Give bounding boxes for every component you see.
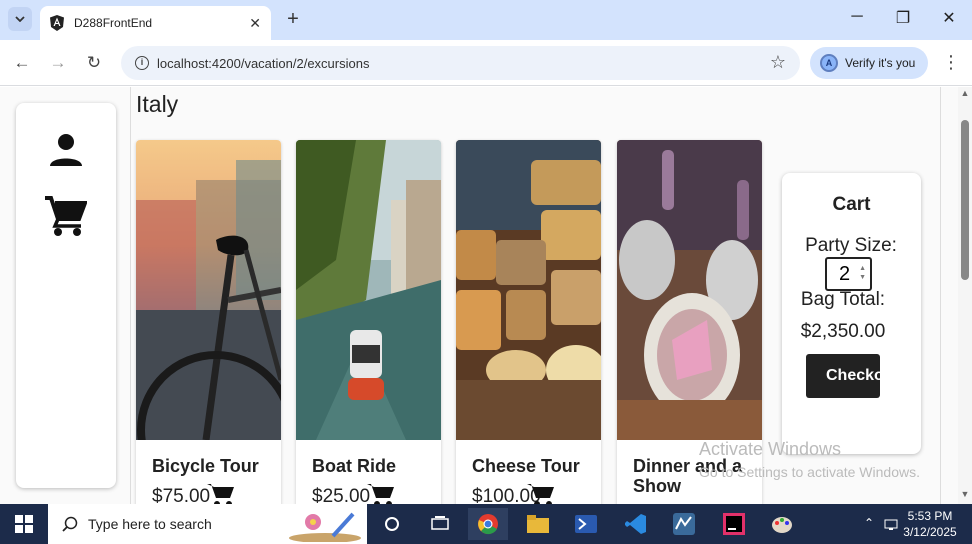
bookmark-star-icon[interactable]: ☆ [770, 52, 786, 73]
clock-date[interactable]: 3/12/2025 [902, 524, 958, 540]
browser-menu-icon[interactable]: ⋮ [942, 52, 960, 73]
intellij-icon[interactable] [714, 508, 754, 540]
browser-toolbar: ← → ↻ i localhost:4200/vacation/2/excurs… [0, 40, 972, 86]
scrollbar-thumb[interactable] [961, 120, 969, 280]
boat-ride-image [296, 140, 441, 440]
taskbar-search-box[interactable]: Type here to search [48, 504, 367, 544]
scroll-up-icon[interactable]: ▲ [958, 88, 972, 98]
tab-title: D288FrontEnd [74, 16, 153, 30]
browser-tab[interactable]: D288FrontEnd ✕ [40, 6, 271, 40]
verify-label: Verify it's you [845, 56, 916, 70]
angular-logo-icon [50, 15, 64, 31]
search-icon [62, 516, 78, 532]
bag-total-value: $2,350.00 [800, 321, 886, 342]
stepper-arrows-icon[interactable]: ▲ ▼ [859, 264, 866, 282]
clock-time[interactable]: 5:53 PM [902, 508, 958, 524]
party-size-value[interactable]: 2 [839, 263, 850, 286]
chevron-down-icon [15, 16, 25, 22]
tray-chevron-icon[interactable]: ⌃ [864, 516, 874, 530]
excursion-name: Boat Ride [312, 456, 397, 476]
bag-total-label: Bag Total: [800, 289, 886, 310]
tab-search-button[interactable] [8, 7, 32, 31]
site-info-icon[interactable]: i [135, 56, 149, 70]
excursion-name: Bicycle Tour [152, 456, 259, 476]
browser-titlebar: D288FrontEnd ✕ + ─ ❐ ✕ [0, 0, 972, 40]
bicycle-tour-image [136, 140, 281, 440]
excursion-card[interactable]: Boat Ride $25.00 [296, 140, 441, 504]
content-right-border [940, 87, 941, 504]
shopping-cart-icon[interactable] [43, 195, 87, 237]
search-placeholder: Type here to search [88, 516, 212, 532]
activate-windows-subtext: Go to Settings to activate Windows. [699, 464, 920, 480]
party-size-label: Party Size: [805, 235, 897, 256]
page-title: Italy [136, 91, 179, 117]
scroll-down-icon[interactable]: ▼ [958, 489, 972, 499]
windows-taskbar: Type here to search ⌃ 5:53 PM 3/12/2025 [0, 504, 972, 544]
cheese-tour-image [456, 140, 601, 440]
add-to-cart-icon[interactable] [366, 482, 396, 504]
excursion-card[interactable]: Cheese Tour $100.00 [456, 140, 601, 504]
cart-heading: Cart [832, 194, 871, 215]
close-tab-icon[interactable]: ✕ [249, 15, 261, 32]
file-explorer-icon[interactable] [518, 508, 558, 540]
content-divider [130, 87, 131, 504]
close-window-button[interactable]: ✕ [934, 8, 964, 28]
chrome-taskbar-icon[interactable] [468, 508, 508, 540]
excursion-card[interactable]: Bicycle Tour $75.00 [136, 140, 281, 504]
account-icon[interactable] [48, 132, 84, 168]
cart-panel: Cart Party Size: 2 ▲ ▼ Bag Total: $2,350.… [782, 173, 921, 454]
party-size-stepper[interactable]: 2 ▲ ▼ [825, 257, 872, 291]
task-view-icon[interactable] [372, 508, 412, 540]
checkout-button[interactable]: Checkout [806, 354, 880, 398]
add-to-cart-icon[interactable] [206, 482, 236, 504]
new-tab-button[interactable]: + [283, 9, 303, 29]
url-text[interactable]: localhost:4200/vacation/2/excursions [157, 56, 369, 71]
add-to-cart-icon[interactable] [526, 482, 556, 504]
powershell-icon[interactable] [566, 508, 606, 540]
network-icon[interactable] [884, 517, 898, 531]
dinner-show-image [617, 140, 762, 440]
sidebar [16, 103, 116, 488]
reload-button[interactable]: ↻ [82, 51, 106, 75]
excursion-name: Cheese Tour [472, 456, 580, 476]
excursion-price: $75.00 [152, 486, 211, 504]
back-button[interactable]: ← [10, 51, 34, 75]
minimize-button[interactable]: ─ [842, 8, 872, 26]
forward-button[interactable]: → [46, 51, 70, 75]
windows-logo-icon [15, 515, 33, 533]
excursion-price: $25.00 [312, 486, 371, 504]
timeline-icon[interactable] [420, 508, 460, 540]
search-highlight-icon [289, 512, 361, 542]
mysql-workbench-icon[interactable] [664, 508, 704, 540]
restore-button[interactable]: ❐ [888, 8, 918, 28]
verify-identity-button[interactable]: A Verify it's you [810, 47, 928, 79]
start-button[interactable] [0, 504, 48, 544]
vscode-icon[interactable] [616, 508, 656, 540]
paint-icon[interactable] [762, 508, 802, 540]
address-bar[interactable]: i localhost:4200/vacation/2/excursions ☆ [121, 46, 800, 80]
account-avatar: A [820, 54, 838, 72]
activate-windows-watermark: Activate Windows [699, 439, 842, 459]
